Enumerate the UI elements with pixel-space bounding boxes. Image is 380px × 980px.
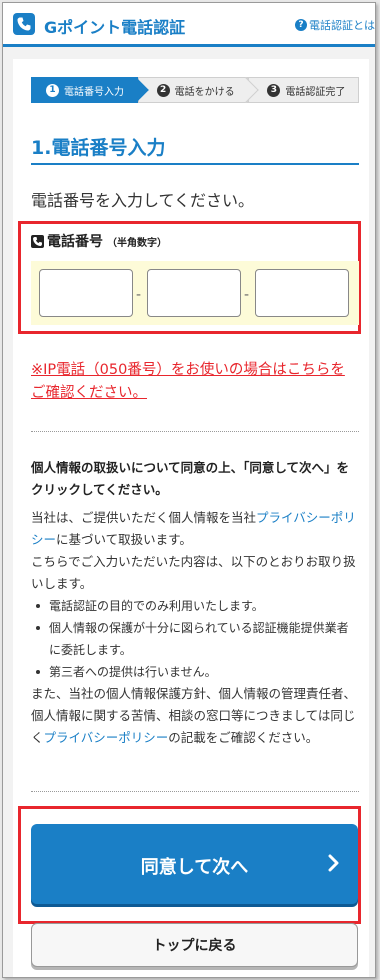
list-item: 電話認証の目的でのみ利用いたします。 <box>36 595 359 617</box>
content-card: 1 電話番号入力 2 電話をかける 3 電話認証完了 1.電話番号入力 電話番号… <box>13 59 369 977</box>
consent-paragraph-2: こちらでご入力いただいた内容は、以下のとおりお取り扱いします。 <box>31 554 356 591</box>
phone-label: 電話番号 （半角数字） <box>31 231 167 251</box>
agree-next-button[interactable]: 同意して次へ <box>31 824 358 904</box>
progress-steps: 1 電話番号入力 2 電話をかける 3 電話認証完了 <box>31 77 360 103</box>
step-3: 3 電話認証完了 <box>248 77 360 103</box>
phone-label-note: （半角数字） <box>107 237 167 249</box>
step-2: 2 電話をかける <box>137 77 249 103</box>
privacy-policy-link[interactable]: プライバシーポリシー <box>44 730 169 745</box>
phone-input-1[interactable] <box>39 269 133 317</box>
dotted-divider <box>31 791 359 792</box>
phone-input-3[interactable] <box>255 269 349 317</box>
consent-list: 電話認証の目的でのみ利用いたします。 個人情報の保護が十分に図られている認証機能… <box>31 595 359 683</box>
page-title: Gポイント電話認証 <box>44 18 186 37</box>
chevron-right-icon <box>328 854 340 877</box>
question-circle-icon: ? <box>295 19 307 31</box>
phone-icon <box>31 234 44 248</box>
step-number: 2 <box>156 83 170 97</box>
header: Gポイント電話認証 ? 電話認証とは <box>3 3 375 47</box>
consent-text: に基づいて取扱います。 <box>56 532 192 547</box>
consent-paragraph-3: また、当社の個人情報保護方針、個人情報の管理責任者、個人情報に関する苦情、相談の… <box>31 683 359 749</box>
consent-body: 当社は、ご提供いただく個人情報を当社プライバシーポリシーに基づいて取扱います。 … <box>31 507 359 749</box>
consent-paragraph-1: 当社は、ご提供いただく個人情報を当社プライバシーポリシーに基づいて取扱います。 <box>31 507 359 551</box>
help-link[interactable]: ? 電話認証とは <box>295 17 375 33</box>
agree-next-label: 同意して次へ <box>140 857 249 878</box>
list-item: 第三者への提供は行いません。 <box>36 661 359 683</box>
step-1: 1 電話番号入力 <box>31 77 138 103</box>
section-title: 1.電話番号入力 <box>31 137 166 159</box>
phone-separator: - <box>136 287 142 303</box>
ip-phone-note-link[interactable]: ※IP電話（050番号）をお使いの場合はこちらをご確認ください。 <box>31 359 356 405</box>
step-label: 電話番号入力 <box>64 86 124 98</box>
step-number: 3 <box>267 83 281 97</box>
list-item: 個人情報の保護が十分に図られている認証機能提供業者に委託します。 <box>36 617 359 661</box>
phone-separator: - <box>244 287 250 303</box>
step-number: 1 <box>46 83 59 97</box>
phone-logo-icon <box>13 13 35 35</box>
title-divider <box>31 163 359 165</box>
step-label: 電話をかける <box>174 86 235 98</box>
dotted-divider <box>31 431 359 432</box>
phone-input-2[interactable] <box>147 269 241 317</box>
help-link-label: 電話認証とは <box>309 19 375 32</box>
step-label: 電話認証完了 <box>285 86 346 98</box>
back-to-top-button[interactable]: トップに戻る <box>31 923 358 967</box>
app-frame: Gポイント電話認証 ? 電話認証とは 1 電話番号入力 2 電話をかける 3 電… <box>2 2 376 978</box>
phone-label-text: 電話番号 <box>47 234 103 250</box>
consent-text: の記載をご確認ください。 <box>168 730 319 745</box>
phone-number-section: 電話番号 （半角数字） - - <box>31 229 359 329</box>
instruction-text: 電話番号を入力してください。 <box>31 191 255 210</box>
consent-text: 当社は、ご提供いただく個人情報を当社 <box>31 510 257 525</box>
consent-title: 個人情報の取扱いについて同意の上、「同意して次へ」をクリックしてください。 <box>31 460 350 497</box>
phone-fields: - - <box>31 261 359 325</box>
